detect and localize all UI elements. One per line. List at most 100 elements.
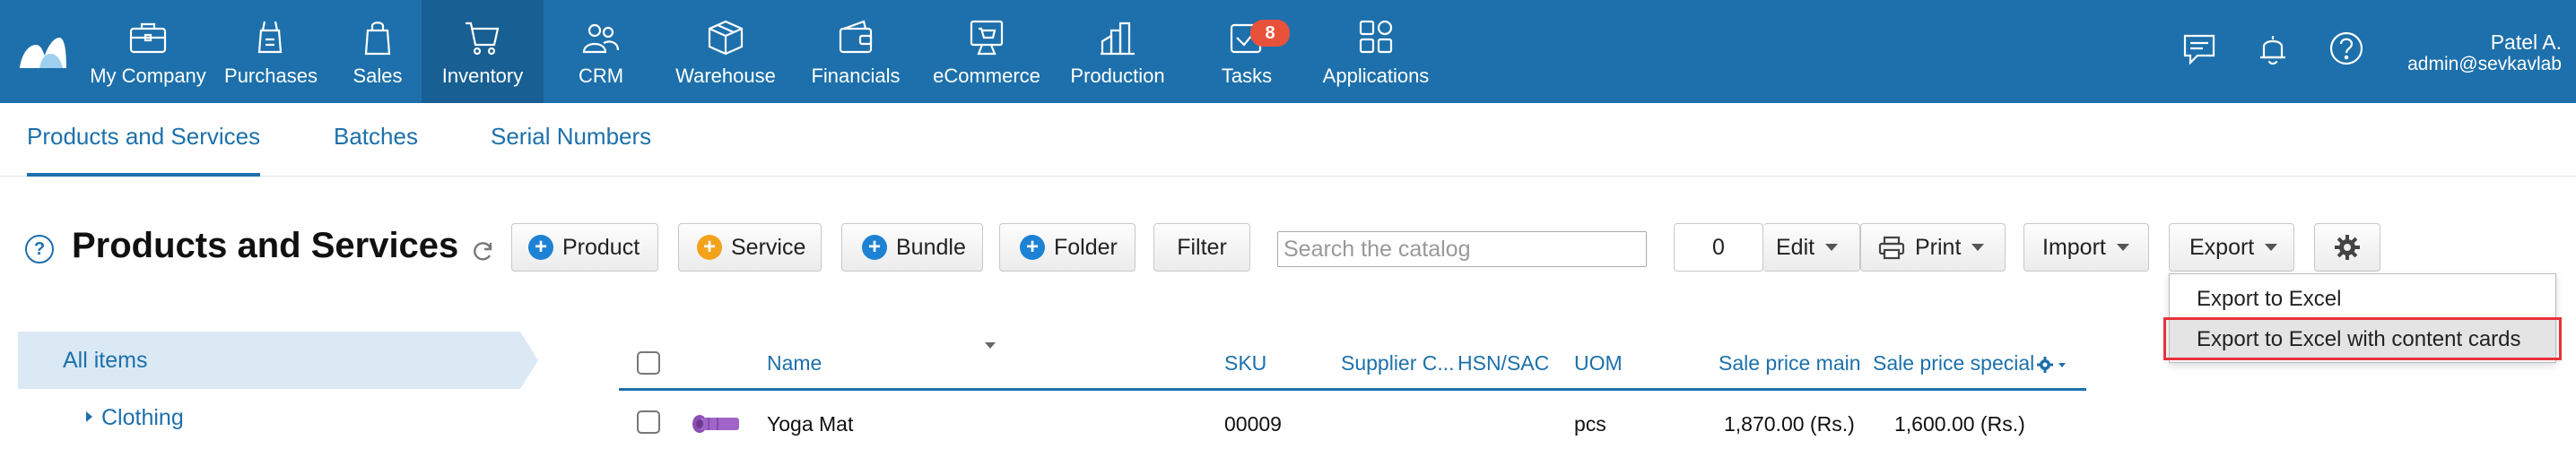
bag-icon	[364, 22, 391, 56]
import-label: Import	[2042, 234, 2106, 260]
grid-icon	[1359, 20, 1393, 54]
import-dropdown-button[interactable]: Import	[2023, 223, 2149, 272]
tree-item-label: Clothing	[101, 405, 184, 430]
chevron-down-icon	[1825, 244, 1839, 251]
column-header-supplier-code[interactable]: Supplier C...	[1341, 351, 1455, 376]
add-bundle-label: Bundle	[896, 234, 966, 260]
plus-icon: +	[528, 235, 553, 260]
settings-button[interactable]	[2314, 223, 2380, 272]
page-title: Products and Services	[72, 226, 459, 265]
nav-item-applications[interactable]: Applications	[1313, 0, 1439, 103]
nav-item-production[interactable]: Production	[1055, 0, 1180, 103]
edit-dropdown-button[interactable]: Edit	[1763, 223, 1860, 272]
row-checkbox[interactable]	[637, 410, 660, 434]
nav-item-crm[interactable]: CRM	[544, 0, 658, 103]
nav-label: Inventory	[441, 65, 524, 87]
tasks-count-badge: 8	[1250, 20, 1290, 47]
filter-button[interactable]: Filter	[1153, 223, 1250, 272]
column-settings-icon[interactable]	[2036, 355, 2068, 375]
export-menu: Export to Excel Export to Excel with con…	[2169, 273, 2556, 363]
chevron-down-icon	[2116, 244, 2129, 251]
add-service-label: Service	[731, 234, 806, 260]
printer-icon	[1878, 236, 1905, 260]
help-icon[interactable]	[2327, 29, 2366, 68]
export-label: Export	[2189, 234, 2255, 260]
plus-icon: +	[1020, 235, 1045, 260]
add-folder-label: Folder	[1054, 234, 1118, 260]
export-dropdown-button[interactable]: Export	[2169, 223, 2294, 272]
edit-label: Edit	[1776, 234, 1815, 260]
app-logo-icon[interactable]	[18, 32, 68, 70]
plus-icon: +	[862, 235, 887, 260]
select-all-checkbox[interactable]	[637, 351, 660, 375]
tree-item-clothing[interactable]: Clothing	[86, 405, 184, 431]
page-help-icon[interactable]: ?	[25, 235, 54, 263]
add-bundle-button[interactable]: + Bundle	[841, 223, 983, 272]
yoga-mat-thumbnail	[692, 415, 739, 433]
add-product-button[interactable]: + Product	[511, 223, 658, 272]
search-input[interactable]	[1277, 231, 1647, 267]
factory-icon	[1101, 22, 1135, 56]
add-product-label: Product	[562, 234, 640, 260]
tab-products-and-services[interactable]: Products and Services	[27, 123, 261, 177]
column-header-name[interactable]: Name	[767, 351, 822, 376]
export-to-excel-item[interactable]: Export to Excel	[2170, 282, 2555, 316]
box-icon	[708, 20, 744, 56]
cell-uom: pcs	[1574, 412, 1606, 436]
nav-item-purchases[interactable]: Purchases	[208, 0, 334, 103]
export-to-excel-with-content-cards-item[interactable]: Export to Excel with content cards	[2170, 320, 2555, 359]
cell-sku: 00009	[1224, 412, 1282, 436]
print-dropdown-button[interactable]: Print	[1860, 223, 2006, 272]
column-header-uom[interactable]: UOM	[1574, 351, 1623, 376]
cart-icon	[466, 22, 500, 56]
nav-label: Production	[1070, 65, 1165, 87]
chevron-down-icon	[1971, 244, 1985, 251]
all-items-label: All items	[63, 348, 148, 373]
nav-item-inventory[interactable]: Inventory	[422, 0, 544, 103]
column-header-hsn-sac[interactable]: HSN/SAC	[1458, 351, 1549, 376]
nav-label: Sales	[352, 65, 403, 87]
cell-sale-price-main: 1,870.00 (Rs.)	[1724, 412, 1855, 436]
user-name: Patel A.	[2490, 30, 2562, 54]
nav-item-financials[interactable]: Financials	[793, 0, 918, 103]
subtabs-bar: Products and Services Batches Serial Num…	[0, 103, 2576, 177]
wallet-icon	[839, 20, 873, 54]
expand-arrow-icon[interactable]	[86, 411, 92, 422]
column-header-sale-price-special[interactable]: Sale price special	[1873, 351, 2034, 376]
top-navigation-bar: My Company Purchases Sales Inventory CRM…	[0, 0, 2576, 103]
tab-serial-numbers[interactable]: Serial Numbers	[491, 123, 651, 177]
gear-icon	[2335, 235, 2360, 260]
storefront-icon	[970, 20, 1004, 56]
nav-label: eCommerce	[933, 65, 1040, 87]
plus-icon: +	[697, 235, 722, 260]
nav-item-ecommerce[interactable]: eCommerce	[918, 0, 1055, 103]
nav-item-warehouse[interactable]: Warehouse	[658, 0, 793, 103]
chat-icon[interactable]	[2180, 29, 2219, 68]
nav-item-tasks[interactable]: 8 Tasks	[1180, 0, 1313, 103]
table-header-divider	[619, 388, 2086, 391]
nav-label: Tasks	[1221, 65, 1273, 87]
tab-batches[interactable]: Batches	[334, 123, 418, 177]
user-email: admin@sevkavlab	[2407, 54, 2562, 74]
nav-label: Purchases	[224, 65, 318, 87]
cell-name[interactable]: Yoga Mat	[767, 412, 853, 436]
people-icon	[582, 23, 620, 54]
nav-label: Applications	[1322, 65, 1430, 87]
nav-item-my-company[interactable]: My Company	[88, 0, 208, 103]
notification-bell-icon[interactable]	[2253, 29, 2293, 68]
sort-desc-icon[interactable]	[985, 342, 996, 349]
selected-count-value: 0	[1712, 234, 1725, 260]
cell-sale-price-special: 1,600.00 (Rs.)	[1894, 412, 2025, 436]
shopping-bag-icon	[257, 21, 283, 54]
nav-item-sales[interactable]: Sales	[334, 0, 422, 103]
selected-count-field: 0	[1674, 223, 1763, 272]
all-items-folder[interactable]: All items	[18, 332, 538, 389]
nav-label: My Company	[90, 65, 206, 87]
nav-label: CRM	[578, 65, 624, 87]
user-account[interactable]: Patel A. admin@sevkavlab	[2407, 30, 2562, 75]
add-service-button[interactable]: + Service	[678, 223, 822, 272]
column-header-sale-price-main[interactable]: Sale price main	[1719, 351, 1861, 376]
refresh-icon[interactable]	[470, 238, 495, 263]
column-header-sku[interactable]: SKU	[1224, 351, 1266, 376]
add-folder-button[interactable]: + Folder	[999, 223, 1136, 272]
